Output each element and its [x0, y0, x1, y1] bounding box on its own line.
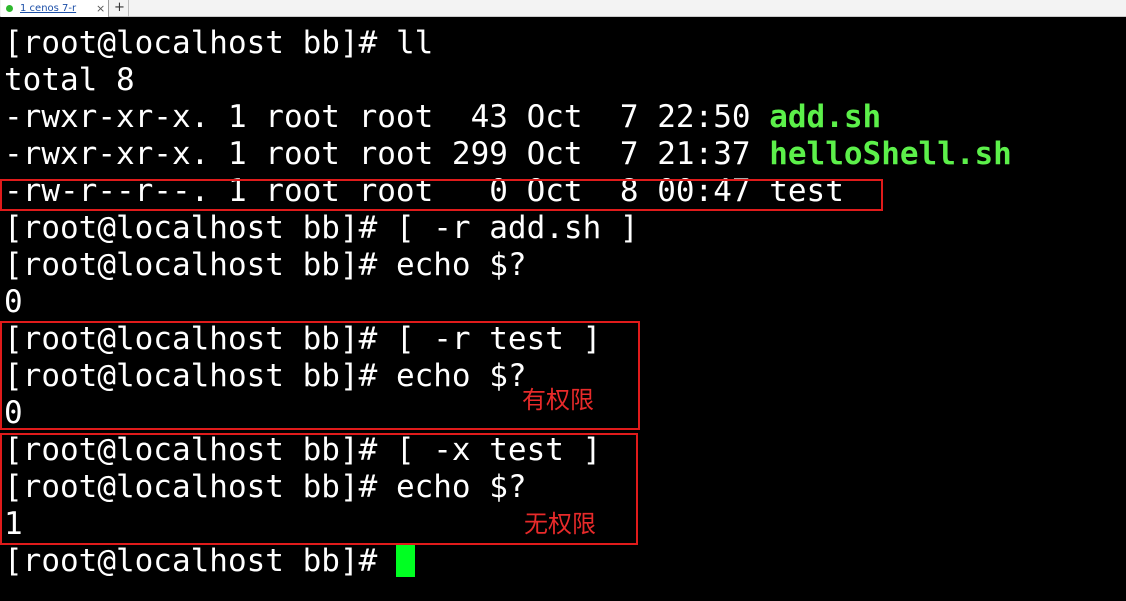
annotation-has-permission: 有权限 — [522, 386, 594, 414]
shell-prompt: [root@localhost bb]# — [4, 543, 396, 579]
session-tab[interactable]: 1 cenos 7-r × — [1, 0, 109, 17]
output-text: total 8 — [4, 62, 135, 98]
text-cursor — [395, 544, 415, 577]
shell-command: ll — [395, 25, 434, 61]
terminal-line: [root@localhost bb]# echo $? — [4, 247, 527, 284]
annotation-no-permission: 无权限 — [524, 510, 596, 538]
terminal-line: [root@localhost bb]# — [4, 543, 415, 580]
highlight-box-test-file — [0, 179, 883, 211]
session-tab-label[interactable]: 1 cenos 7-r — [20, 0, 76, 17]
executable-filename: add.sh — [769, 99, 882, 135]
terminal-line: total 8 — [4, 62, 135, 99]
terminal-output[interactable]: [root@localhost bb]# ll total 8 -rwxr-xr… — [0, 17, 1126, 601]
executable-filename: helloShell.sh — [769, 136, 1012, 172]
file-listing-row: -rwxr-xr-x. 1 root root 43 Oct 7 22:50 a… — [4, 99, 881, 136]
connection-status-icon — [6, 5, 13, 12]
new-tab-button[interactable]: + — [111, 0, 129, 17]
terminal-line: 0 — [4, 284, 23, 321]
file-listing-row: -rwxr-xr-x. 1 root root 299 Oct 7 21:37 … — [4, 136, 1012, 173]
terminal-line: [root@localhost bb]# ll — [4, 25, 433, 62]
output-text: 0 — [4, 284, 23, 320]
file-meta: -rwxr-xr-x. 1 root root 43 Oct 7 22:50 — [4, 99, 770, 135]
shell-command: [ -r add.sh ] — [395, 210, 639, 246]
terminal-line: [root@localhost bb]# [ -r add.sh ] — [4, 210, 639, 247]
shell-prompt: [root@localhost bb]# — [4, 247, 396, 283]
shell-command: echo $? — [395, 247, 527, 283]
shell-prompt: [root@localhost bb]# — [4, 210, 396, 246]
tab-bar: 1 cenos 7-r × + — [0, 0, 1126, 17]
shell-prompt: [root@localhost bb]# — [4, 25, 396, 61]
file-meta: -rwxr-xr-x. 1 root root 299 Oct 7 21:37 — [4, 136, 770, 172]
close-tab-icon[interactable]: × — [96, 0, 105, 17]
